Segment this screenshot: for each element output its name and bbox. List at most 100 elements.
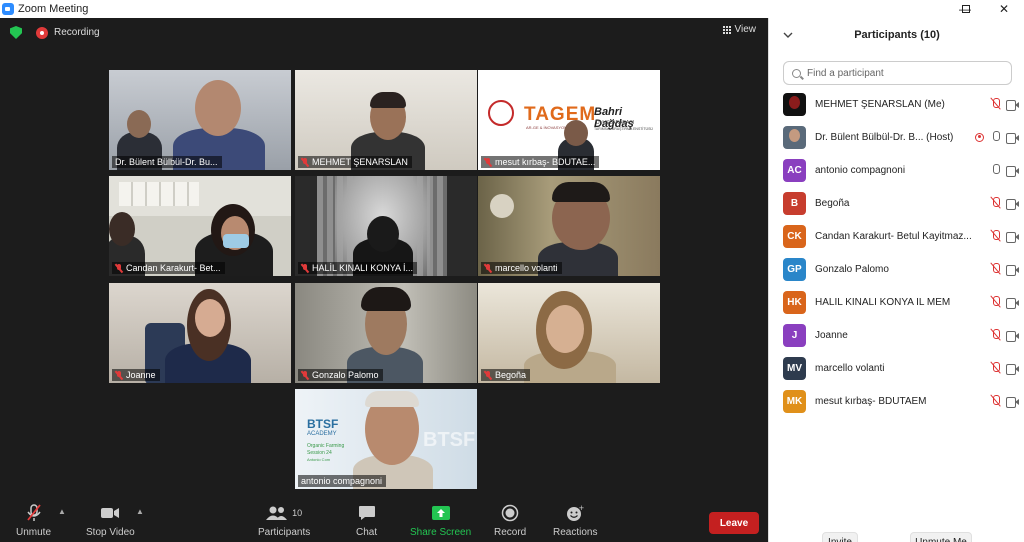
participant-name: Begoña xyxy=(815,197,850,209)
participant-row[interactable]: Dr. Bülent Bülbül-Dr. B... (Host) xyxy=(783,125,1019,149)
video-camera-icon xyxy=(1006,330,1019,342)
avatar xyxy=(783,125,806,149)
bahri-subtitle-1: ULUSLARARASI xyxy=(596,120,635,126)
tile-name-label: Dr. Bülent Bülbül-Dr. Bu... xyxy=(112,156,222,168)
video-tile-candan[interactable]: Candan Karakurt- Bet... xyxy=(109,176,291,276)
participants-count: 10 xyxy=(292,508,303,518)
participant-row[interactable]: AC antonio compagnoni xyxy=(783,158,1019,182)
panel-title: Participants (10) xyxy=(854,29,940,41)
mic-muted-icon xyxy=(115,263,123,273)
record-label: Record xyxy=(494,527,527,538)
participant-row[interactable]: MV marcello volanti xyxy=(783,356,1019,380)
participant-row[interactable]: B Begoña xyxy=(783,191,1019,215)
btsf-watermark: BTSF xyxy=(423,429,476,451)
participant-status-icons xyxy=(990,197,1019,210)
window-title: Zoom Meeting xyxy=(18,3,89,15)
share-screen-label: Share Screen xyxy=(410,527,472,538)
video-camera-icon xyxy=(100,503,120,523)
search-icon xyxy=(792,68,801,78)
tile-name-label: HALİL KINALI KONYA İ... xyxy=(298,262,418,274)
search-input[interactable] xyxy=(807,67,997,79)
leave-button[interactable]: Leave xyxy=(709,512,759,534)
btsf-presenter: Antonio Com xyxy=(307,457,331,462)
mic-muted-icon xyxy=(990,98,1000,110)
participant-row[interactable]: GP Gonzalo Palomo xyxy=(783,257,1019,281)
mic-muted-icon xyxy=(484,263,492,273)
participant-search[interactable] xyxy=(783,61,1012,85)
participant-name: marcello volanti xyxy=(815,362,885,374)
video-camera-icon xyxy=(1006,297,1019,309)
avatar: HK xyxy=(783,290,806,314)
mic-muted-icon xyxy=(990,329,1000,341)
share-screen-button[interactable]: Share Screen xyxy=(410,503,471,538)
maximize-button[interactable] xyxy=(946,0,986,18)
tagem-logo: TAGEM xyxy=(524,104,597,125)
tile-name-label: Candan Karakurt- Bet... xyxy=(112,262,225,274)
mic-muted-icon xyxy=(990,263,1000,275)
participant-status-icons xyxy=(990,296,1019,309)
participant-row[interactable]: J Joanne xyxy=(783,323,1019,347)
avatar: J xyxy=(783,323,806,347)
invite-button[interactable]: Invite xyxy=(822,532,858,542)
video-tile-begona[interactable]: Begoña xyxy=(478,283,660,383)
participant-status-icons xyxy=(990,164,1019,177)
video-camera-icon xyxy=(1006,99,1019,111)
recording-icon xyxy=(975,132,984,142)
participant-status-icons xyxy=(990,329,1019,342)
participant-row[interactable]: CK Candan Karakurt- Betul Kayitmaz... xyxy=(783,224,1019,248)
btsf-session: Session 24 xyxy=(307,450,332,456)
encryption-shield-icon[interactable] xyxy=(10,26,22,39)
video-tile-antonio[interactable]: BTSF ACADEMY Organic Farming Session 24 … xyxy=(295,389,477,489)
video-tile-mehmet[interactable]: MEHMET ŞENARSLAN xyxy=(295,70,477,170)
video-camera-icon xyxy=(1006,264,1019,276)
participants-button[interactable]: 10 Participants xyxy=(258,503,310,538)
audio-options-caret-icon[interactable]: ▲ xyxy=(58,507,66,516)
video-camera-icon xyxy=(1006,165,1019,177)
chat-label: Chat xyxy=(356,527,378,538)
video-camera-icon xyxy=(1006,132,1019,144)
reactions-button[interactable]: + Reactions xyxy=(553,503,597,538)
stop-video-button[interactable]: Stop Video xyxy=(86,503,135,538)
record-button[interactable]: Record xyxy=(494,503,526,538)
zoom-window: Zoom Meeting — ✕ Recording View Dr. Büle… xyxy=(0,0,1024,542)
close-button[interactable]: ✕ xyxy=(984,0,1024,18)
video-tile-gonzalo[interactable]: Gonzalo Palomo xyxy=(295,283,477,383)
mic-muted-icon xyxy=(301,370,309,380)
participant-status-icons xyxy=(990,263,1019,276)
avatar: CK xyxy=(783,224,806,248)
mic-muted-icon xyxy=(484,370,492,380)
video-camera-icon xyxy=(1006,363,1019,375)
video-gallery: Recording View Dr. Bülent Bülbül-Dr. Bu.… xyxy=(0,18,768,542)
video-options-caret-icon[interactable]: ▲ xyxy=(136,507,144,516)
avatar: GP xyxy=(783,257,806,281)
meeting-status: Recording xyxy=(10,26,100,39)
unmute-me-button[interactable]: Unmute Me xyxy=(910,532,972,542)
participant-status-icons xyxy=(990,362,1019,375)
tile-name-label: mesut kırbaş- BDUTAE... xyxy=(481,156,600,168)
participant-row[interactable]: HK HALİL KINALI KONYA İL MEM xyxy=(783,290,1019,314)
chat-bubble-icon xyxy=(358,503,376,523)
video-camera-icon xyxy=(1006,198,1019,210)
tile-name-label: MEHMET ŞENARSLAN xyxy=(298,156,412,168)
reactions-label: Reactions xyxy=(553,527,598,538)
video-tile-mesut[interactable]: TAGEM AR-GE & İNOVASYON Bahri Dağdaş ULU… xyxy=(478,70,660,170)
avatar: MV xyxy=(783,356,806,380)
mic-icon xyxy=(990,131,1000,143)
mic-muted-icon xyxy=(301,157,309,167)
video-tile-joanne[interactable]: Joanne xyxy=(109,283,291,383)
view-label: View xyxy=(734,24,757,35)
chevron-down-icon[interactable] xyxy=(783,30,793,40)
view-button[interactable]: View xyxy=(722,24,757,35)
video-tile-halil[interactable]: HALİL KINALI KONYA İ... xyxy=(295,176,477,276)
maximize-icon xyxy=(962,5,970,13)
grid-view-icon xyxy=(722,25,731,34)
video-tile-marcello[interactable]: marcello volanti xyxy=(478,176,660,276)
avatar: B xyxy=(783,191,806,215)
unmute-button[interactable]: Unmute xyxy=(16,503,51,538)
video-tile-bulent[interactable]: Dr. Bülent Bülbül-Dr. Bu... xyxy=(109,70,291,170)
chat-button[interactable]: Chat xyxy=(356,503,377,538)
participant-row[interactable]: MK mesut kırbaş- BDUTAEM xyxy=(783,389,1019,413)
avatar-photo xyxy=(789,128,800,142)
mic-muted-icon xyxy=(990,395,1000,407)
participant-row[interactable]: MEHMET ŞENARSLAN (Me) xyxy=(783,92,1019,116)
